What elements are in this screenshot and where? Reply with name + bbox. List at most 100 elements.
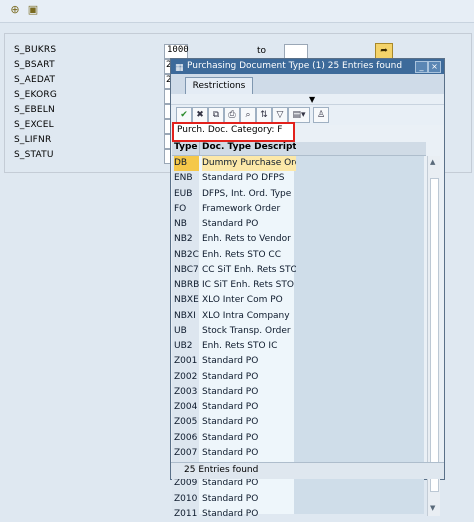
find-icon[interactable]: ⌕ [240, 107, 256, 123]
cell-description: Standard PO [202, 219, 259, 229]
column-header-description[interactable]: Doc. Type Descript. [202, 142, 296, 152]
cell-type: Z001 [174, 356, 198, 367]
table-row[interactable]: NBRB IC SiT Enh. Rets STO [172, 278, 426, 293]
sort-icon[interactable]: ⇅ [256, 107, 272, 123]
execute-icon[interactable]: ⊕ [8, 3, 22, 17]
cell-description: IC SiT Enh. Rets STO [202, 280, 294, 290]
cell-description: Framework Order [202, 203, 281, 214]
cell-description: XLO Inter Com PO [202, 295, 283, 306]
scroll-down-icon[interactable]: ▼ [430, 504, 435, 512]
restriction-splitter[interactable]: ▼ [171, 94, 444, 105]
table-row[interactable]: Z003 Standard PO [172, 385, 426, 400]
table-row[interactable]: UB Stock Transp. Order [172, 324, 426, 339]
cell-description: XLO Intra Company [202, 310, 290, 321]
cancel-icon[interactable]: ✖ [192, 107, 208, 123]
param-label-s-ekorg: S_EKORG [14, 90, 58, 100]
cell-type: Z011 [174, 508, 198, 519]
cell-type: Z007 [174, 447, 198, 458]
param-label-s-bsart: S_BSART [14, 60, 55, 70]
cell-description: Dummy Purchase Order [202, 156, 296, 171]
cell-description: Standard PO [202, 508, 259, 519]
cell-type: NBXI [174, 310, 196, 321]
to-label: to [257, 46, 267, 56]
cell-description: Enh. Rets STO CC [202, 249, 282, 260]
cell-description: Enh. Rets to Vendor [202, 234, 291, 245]
filter-restriction-box: Purch. Doc. Category: F [172, 122, 295, 142]
personalize-icon[interactable]: ♙ [313, 107, 329, 123]
collapse-arrow-icon[interactable]: ▼ [309, 95, 315, 104]
cell-type: EUB [174, 188, 193, 199]
table-row[interactable]: Z001 Standard PO [172, 354, 426, 369]
table-row[interactable]: NB2C Enh. Rets STO CC [172, 248, 426, 263]
bukrs-value: 1000 [167, 45, 189, 55]
cell-description: Stock Transp. Order [202, 325, 291, 336]
variant-icon[interactable]: ▣ [26, 3, 40, 17]
cell-description: Standard PO [202, 356, 259, 367]
filter-icon[interactable]: ▽ [272, 107, 288, 123]
table-row[interactable]: Z002 Standard PO [172, 370, 426, 385]
cell-type: Z002 [174, 371, 198, 382]
cell-description: Standard PO [202, 386, 259, 397]
cell-type: UB2 [174, 341, 193, 351]
table-row[interactable]: Z005 Standard PO [172, 415, 426, 430]
status-bar: 25 Entries found [171, 462, 444, 479]
cell-type: NBC7 [174, 264, 199, 275]
cell-type: Z004 [174, 402, 198, 412]
table-row[interactable]: EUB DFPS, Int. Ord. Type [172, 187, 426, 202]
param-label-s-excel: S_EXCEL [14, 120, 54, 130]
param-label-s-ebeln: S_EBELN [14, 105, 55, 115]
tabstrip: Restrictions [171, 74, 444, 94]
export-menu-icon[interactable]: ▤▾ [288, 107, 310, 123]
cell-type: Z005 [174, 417, 198, 428]
table-row[interactable]: Z011 Standard PO [172, 507, 426, 522]
dialog-title: Purchasing Document Type (1) 25 Entries … [187, 61, 403, 71]
cell-description: Standard PO [202, 371, 259, 382]
cell-description: Standard PO [202, 402, 259, 412]
scroll-up-icon[interactable]: ▲ [430, 158, 435, 166]
column-separator[interactable] [199, 142, 200, 155]
cell-description: Standard PO DFPS [202, 173, 285, 184]
cell-description: Standard PO [202, 493, 259, 504]
filter-restriction-text: Purch. Doc. Category: F [177, 125, 283, 135]
table-row[interactable]: NB Standard PO [172, 217, 426, 232]
tab-restrictions[interactable]: Restrictions [185, 77, 253, 94]
cell-type: NB [174, 219, 187, 229]
table-row[interactable]: Z007 Standard PO [172, 446, 426, 461]
table-row[interactable]: NB2 Enh. Rets to Vendor [172, 232, 426, 247]
table-row[interactable]: Z004 Standard PO [172, 400, 426, 415]
check-icon[interactable]: ✔ [176, 107, 192, 123]
column-header-type[interactable]: Type [174, 142, 199, 152]
table-row[interactable]: Z006 Standard PO [172, 431, 426, 446]
cell-description: Standard PO [202, 432, 259, 443]
close-icon[interactable]: × [428, 61, 441, 73]
cell-description: Standard PO [202, 417, 259, 428]
bukrs-to-field[interactable] [284, 44, 308, 59]
table-row[interactable]: NBC7 CC SiT Enh. Rets STO [172, 263, 426, 278]
param-label-s-statu: S_STATU [14, 150, 54, 160]
cell-type: UB [174, 325, 187, 336]
table-row[interactable]: FO Framework Order [172, 202, 426, 217]
minimize-icon[interactable]: _ [415, 61, 428, 73]
table-row[interactable]: ENB Standard PO DFPS [172, 171, 426, 186]
cell-type: NBXE [174, 295, 199, 306]
param-label-s-lifnr: S_LIFNR [14, 135, 52, 145]
table-row[interactable]: NBXI XLO Intra Company [172, 309, 426, 324]
dialog-title-bar: ▦ Purchasing Document Type (1) 25 Entrie… [171, 59, 444, 74]
cell-description: DFPS, Int. Ord. Type [202, 188, 292, 199]
cell-type: DB [174, 156, 199, 171]
cell-description: Enh. Rets STO IC [202, 341, 278, 351]
grid-header: Type Doc. Type Descript. [172, 142, 426, 156]
print-icon[interactable]: ⎙ [224, 107, 240, 123]
cell-type: Z006 [174, 432, 198, 443]
cell-type: Z003 [174, 386, 198, 397]
cell-type: NB2C [174, 249, 199, 260]
table-row[interactable]: Z010 Standard PO [172, 492, 426, 507]
cell-type: NBRB [174, 280, 200, 290]
table-row[interactable]: NBXE XLO Inter Com PO [172, 293, 426, 308]
table-row[interactable]: UB2 Enh. Rets STO IC [172, 339, 426, 354]
cell-description: Standard PO [202, 447, 259, 458]
table-row[interactable]: DBDummy Purchase Order [172, 156, 426, 171]
copy-icon[interactable]: ⧉ [208, 107, 224, 123]
scrollbar-thumb[interactable] [430, 178, 439, 492]
param-label-s-aedat: S_AEDAT [14, 75, 56, 85]
